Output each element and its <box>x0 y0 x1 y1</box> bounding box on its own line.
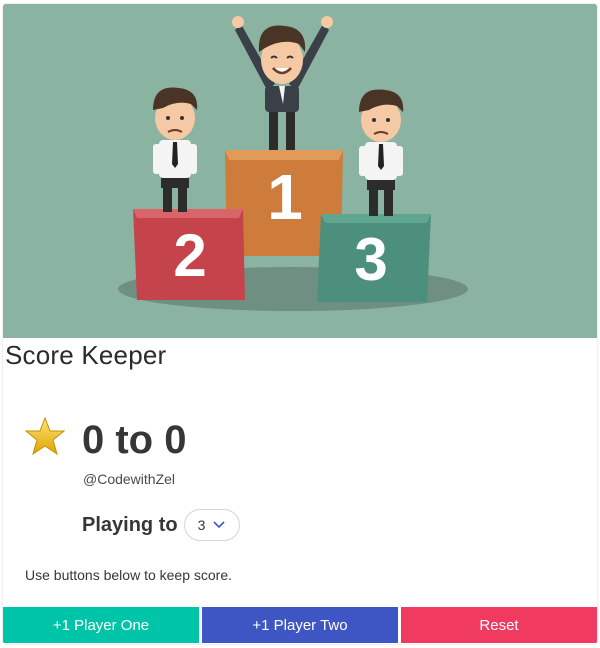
author-handle: @CodewithZel <box>83 471 176 487</box>
podium-graphic: 1 2 3 <box>3 4 597 338</box>
playing-to-label: Playing to <box>82 513 178 536</box>
reset-button[interactable]: Reset <box>401 607 597 643</box>
app-title: Score Keeper <box>5 340 167 370</box>
player-one-button[interactable]: +1 Player One <box>3 607 199 643</box>
chevron-down-icon <box>213 521 226 529</box>
button-footer: +1 Player One +1 Player Two Reset <box>3 607 597 643</box>
star-icon <box>25 416 65 456</box>
podium-number-1: 1 <box>267 161 303 233</box>
podium-number-2: 2 <box>173 222 206 289</box>
winning-score-select[interactable]: 3 <box>183 509 240 541</box>
score-display: 0 to 0 <box>82 418 187 462</box>
score-keeper-card: 1 2 3 Score Keeper 0 to 0 @CodewithZel P… <box>3 4 597 644</box>
winning-score-value: 3 <box>197 517 206 533</box>
player-two-button[interactable]: +1 Player Two <box>202 607 398 643</box>
podium-number-3: 3 <box>354 226 387 293</box>
playing-to-row: Playing to 3 <box>82 509 240 541</box>
instructions-text: Use buttons below to keep score. <box>25 567 233 583</box>
podium-illustration: 1 2 3 <box>3 4 597 338</box>
